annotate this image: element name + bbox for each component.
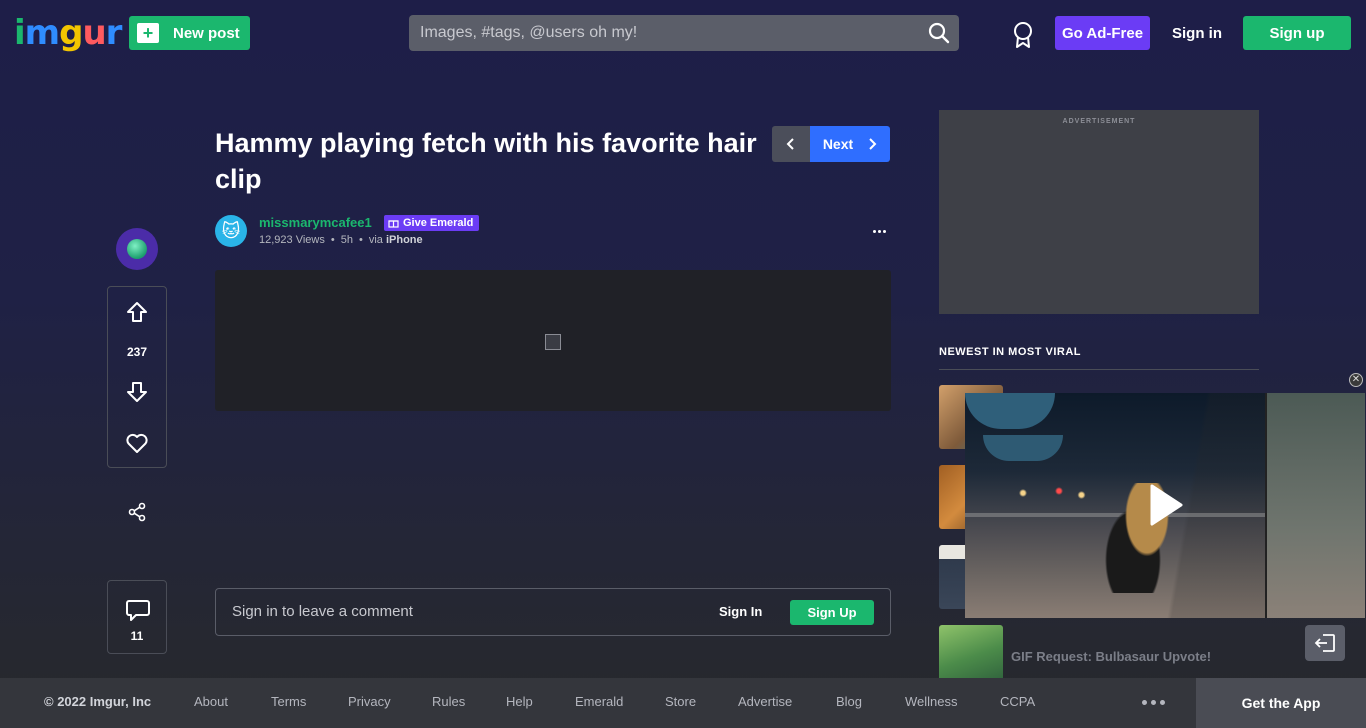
comment-bar: Sign in to leave a comment Sign In Sign …	[215, 588, 891, 636]
upvote-icon[interactable]	[125, 300, 149, 324]
footer-link-rules[interactable]: Rules	[432, 694, 465, 709]
previous-post-button[interactable]	[772, 126, 810, 162]
get-the-app-button[interactable]: Get the App	[1196, 678, 1366, 728]
video-frame-detail	[1005, 483, 1095, 503]
new-post-button[interactable]: + New post	[129, 16, 250, 50]
next-label: Next	[822, 136, 854, 152]
footer-link-privacy[interactable]: Privacy	[348, 694, 391, 709]
gift-icon	[388, 220, 399, 228]
top-header: imgur + New post Go Ad-Free Sign in Sign…	[0, 0, 1366, 66]
footer-link-store[interactable]: Store	[665, 694, 696, 709]
go-ad-free-button[interactable]: Go Ad-Free	[1055, 16, 1150, 50]
award-icon[interactable]	[1011, 21, 1035, 49]
footer-link-advertise[interactable]: Advertise	[738, 694, 792, 709]
imgur-logo[interactable]: imgur	[14, 14, 122, 52]
post-media[interactable]	[215, 270, 891, 411]
footer: © 2022 Imgur, Inc About Terms Privacy Ru…	[0, 678, 1366, 728]
broken-image-icon	[545, 334, 561, 350]
device-name: iPhone	[385, 234, 423, 246]
view-count: 12,923 Views	[259, 234, 325, 246]
footer-link-ccpa[interactable]: CCPA	[1000, 694, 1035, 709]
give-emerald-label: Give Emerald	[403, 217, 474, 229]
upvote-count: 237	[126, 345, 148, 359]
comment-sign-in-link[interactable]: Sign In	[719, 604, 762, 619]
vote-panel: 237	[107, 286, 167, 468]
search-bar	[409, 15, 959, 51]
footer-link-terms[interactable]: Terms	[271, 694, 306, 709]
emerald-icon	[127, 239, 147, 259]
meta-separator: •	[358, 234, 363, 246]
footer-link-help[interactable]: Help	[506, 694, 533, 709]
post-title: Hammy playing fetch with his favorite ha…	[215, 128, 757, 194]
video-frame-detail	[1265, 393, 1365, 618]
comment-icon	[126, 600, 150, 621]
viral-item-title[interactable]: GIF Request: Bulbasaur Upvote!	[1011, 649, 1211, 664]
sign-in-link[interactable]: Sign in	[1164, 16, 1230, 50]
meta-separator: •	[330, 234, 335, 246]
footer-link-wellness[interactable]: Wellness	[905, 694, 958, 709]
plus-icon: +	[137, 23, 159, 43]
play-icon[interactable]	[1148, 483, 1184, 527]
advertisement[interactable]: ADVERTISEMENT	[939, 110, 1259, 314]
avatar[interactable]: 🐱	[215, 215, 247, 247]
comment-prompt[interactable]: Sign in to leave a comment	[232, 603, 413, 620]
footer-link-emerald[interactable]: Emerald	[575, 694, 623, 709]
comments-button[interactable]: 11	[107, 580, 167, 654]
exit-icon[interactable]	[1305, 625, 1345, 661]
share-icon[interactable]	[127, 502, 147, 522]
viral-section-title: NEWEST IN MOST VIRAL	[939, 346, 1259, 370]
comment-count: 11	[130, 629, 144, 643]
search-input[interactable]	[409, 24, 909, 42]
via-device: via iPhone	[369, 234, 423, 246]
downvote-icon[interactable]	[125, 380, 149, 404]
search-icon[interactable]	[927, 21, 951, 45]
give-emerald-badge[interactable]: Give Emerald	[384, 215, 480, 231]
post-meta: 12,923 Views • 5h • via iPhone	[259, 234, 423, 246]
chevron-left-icon	[786, 138, 794, 150]
copyright: © 2022 Imgur, Inc	[44, 694, 152, 709]
footer-link-blog[interactable]: Blog	[836, 694, 862, 709]
ad-label: ADVERTISEMENT	[1062, 118, 1136, 125]
footer-more-icon[interactable]	[1142, 700, 1165, 705]
footer-link-about[interactable]: About	[194, 694, 228, 709]
new-post-label: New post	[173, 24, 240, 42]
next-post-button[interactable]: Next	[810, 126, 890, 162]
heart-icon[interactable]	[125, 432, 149, 454]
via-prefix: via	[368, 234, 383, 246]
floating-video-player[interactable]	[965, 393, 1365, 618]
post-age: 5h	[340, 234, 353, 246]
more-icon[interactable]	[868, 220, 890, 242]
close-icon[interactable]: ✕	[1349, 373, 1363, 387]
sign-up-button[interactable]: Sign up	[1243, 16, 1351, 50]
give-emerald-button[interactable]	[116, 228, 158, 270]
comment-sign-up-button[interactable]: Sign Up	[790, 600, 874, 625]
video-frame-detail	[965, 393, 1055, 429]
author-username[interactable]: missmarymcafee1	[259, 215, 372, 230]
video-frame-detail	[983, 435, 1063, 461]
chevron-right-icon	[869, 138, 877, 150]
